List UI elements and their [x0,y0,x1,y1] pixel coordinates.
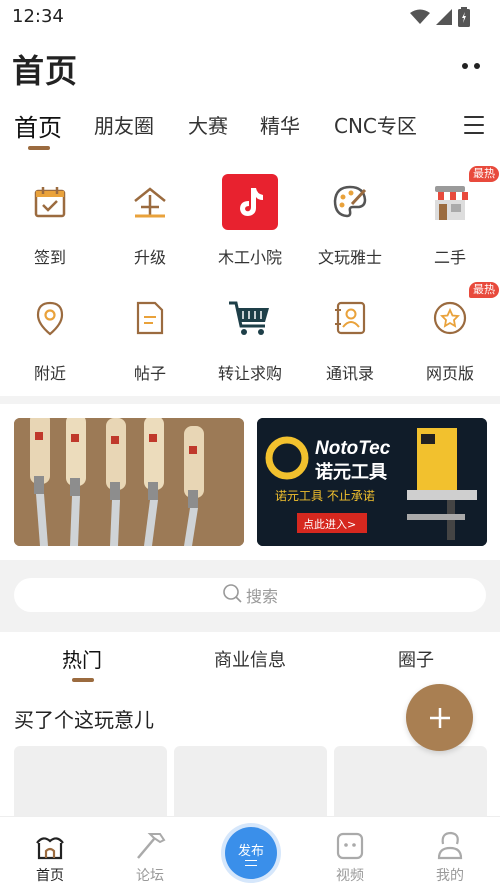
grid-item-trade[interactable]: 转让求购 [200,284,300,394]
sub-tab-bar: 热门 商业信息 圈子 [0,632,500,688]
shopping-cart-icon [222,290,278,346]
status-time: 12:34 [12,6,64,27]
nav-video[interactable]: 视频 [300,817,400,889]
grid-label: 文玩雅士 [317,248,382,267]
grid-label: 网页版 [425,364,474,383]
star-circle-icon [422,290,478,346]
grid-item-checkin[interactable]: 签到 [0,168,100,278]
tab-indicator [28,146,50,150]
banner-brand-cn: 诺元工具 [315,461,387,483]
nav-label: 视频 [336,868,364,884]
grid-label: 附近 [33,364,66,383]
search-input[interactable]: 搜索 [14,578,486,612]
search-section: 搜索 [0,560,500,632]
nav-label: 论坛 [136,868,164,884]
signal-icon [436,9,452,29]
app-screen: 12:34 首页 首页 朋友圈 大赛 精华 CNC专区 签到 升级 木工小院 文… [0,0,500,889]
hamburger-line [464,124,484,126]
wifi-icon [410,9,430,29]
section-divider [0,396,500,404]
grid-label: 通讯录 [325,364,374,383]
grid-label: 木工小院 [217,248,282,267]
grid-item-upgrade[interactable]: 升级 [100,168,200,278]
status-bar: 12:34 [0,0,500,34]
top-tab-bar: 首页 朋友圈 大赛 精华 CNC专区 [0,106,500,152]
publish-button[interactable]: 发布 [225,827,277,879]
banner-row: NotoTec 诺元工具 诺元工具 不止承诺 点此进入> [0,404,500,560]
add-button[interactable] [406,684,473,751]
home-icon [33,829,67,863]
search-icon [222,583,242,607]
carving-tools-image [14,418,244,546]
nav-profile[interactable]: 我的 [400,817,500,889]
grid-label: 升级 [133,248,166,267]
document-icon [122,290,178,346]
nav-home[interactable]: 首页 [0,817,100,889]
tab-friends[interactable]: 朋友圈 [94,110,154,139]
feature-grid: 签到 升级 木工小院 文玩雅士 最热 二手 附近 帖子 转让求购 通讯录 最热 … [0,166,500,390]
plus-icon [429,707,450,728]
upgrade-icon [122,174,178,230]
grid-item-woodshop[interactable]: 木工小院 [200,168,300,278]
grid-item-contacts[interactable]: 通讯录 [300,284,400,394]
video-icon [333,829,367,863]
app-header: 首页 [0,40,500,96]
hot-badge: 最热 [469,282,499,298]
profile-icon [433,829,467,863]
hamburger-line [464,132,484,134]
tab-featured[interactable]: 精华 [260,110,300,139]
banner-nototec[interactable]: NotoTec 诺元工具 诺元工具 不止承诺 点此进入> [257,418,487,546]
banner-cta: 点此进入> [303,518,356,531]
banner-slogan: 诺元工具 不止承诺 [275,489,375,503]
nototec-ad-image: NotoTec 诺元工具 诺元工具 不止承诺 点此进入> [257,418,487,546]
hot-badge: 最热 [469,166,499,182]
more-dot [474,63,480,69]
tiktok-icon [222,174,278,230]
tab-menu-button[interactable] [464,116,484,134]
bottom-nav: 首页 论坛 发布 视频 我的 [0,816,500,889]
contacts-icon [322,290,378,346]
grid-item-secondhand[interactable]: 最热 二手 [400,166,500,278]
calendar-check-icon [22,174,78,230]
search-placeholder: 搜索 [245,587,278,606]
more-options-button[interactable] [456,54,486,78]
grid-item-nearby[interactable]: 附近 [0,284,100,394]
tab-cnc[interactable]: CNC专区 [334,110,417,139]
grid-label: 转让求购 [217,364,282,383]
banner-brand: NotoTec [315,438,391,459]
more-dots-icon [462,63,468,69]
battery-icon [458,7,470,31]
grid-label: 帖子 [133,364,166,383]
publish-label: 发布 [237,844,264,859]
page-title: 首页 [12,52,79,90]
palette-icon [322,174,378,230]
tab-competition[interactable]: 大赛 [188,110,228,139]
hamburger-icon [464,116,484,118]
sub-tab-indicator [72,678,94,682]
grid-item-posts[interactable]: 帖子 [100,284,200,394]
location-pin-icon [22,290,78,346]
section-title: 买了个这玩意儿 [14,708,154,732]
tab-circles[interactable]: 圈子 [398,646,434,672]
tab-hot[interactable]: 热门 [62,644,102,673]
grid-label: 签到 [33,248,66,267]
grid-label: 二手 [433,248,466,267]
status-icons [410,7,470,31]
publish-icon [245,860,257,866]
grid-item-collectibles[interactable]: 文玩雅士 [300,168,400,278]
hammer-icon [133,829,167,863]
shop-icon [422,174,478,230]
nav-label: 我的 [436,868,464,884]
nav-label: 首页 [36,868,64,884]
banner-carving-tools[interactable] [14,418,244,546]
nav-forum[interactable]: 论坛 [100,817,200,889]
grid-item-web[interactable]: 最热 网页版 [400,282,500,394]
tab-business-info[interactable]: 商业信息 [214,646,286,672]
tab-home[interactable]: 首页 [14,108,62,143]
